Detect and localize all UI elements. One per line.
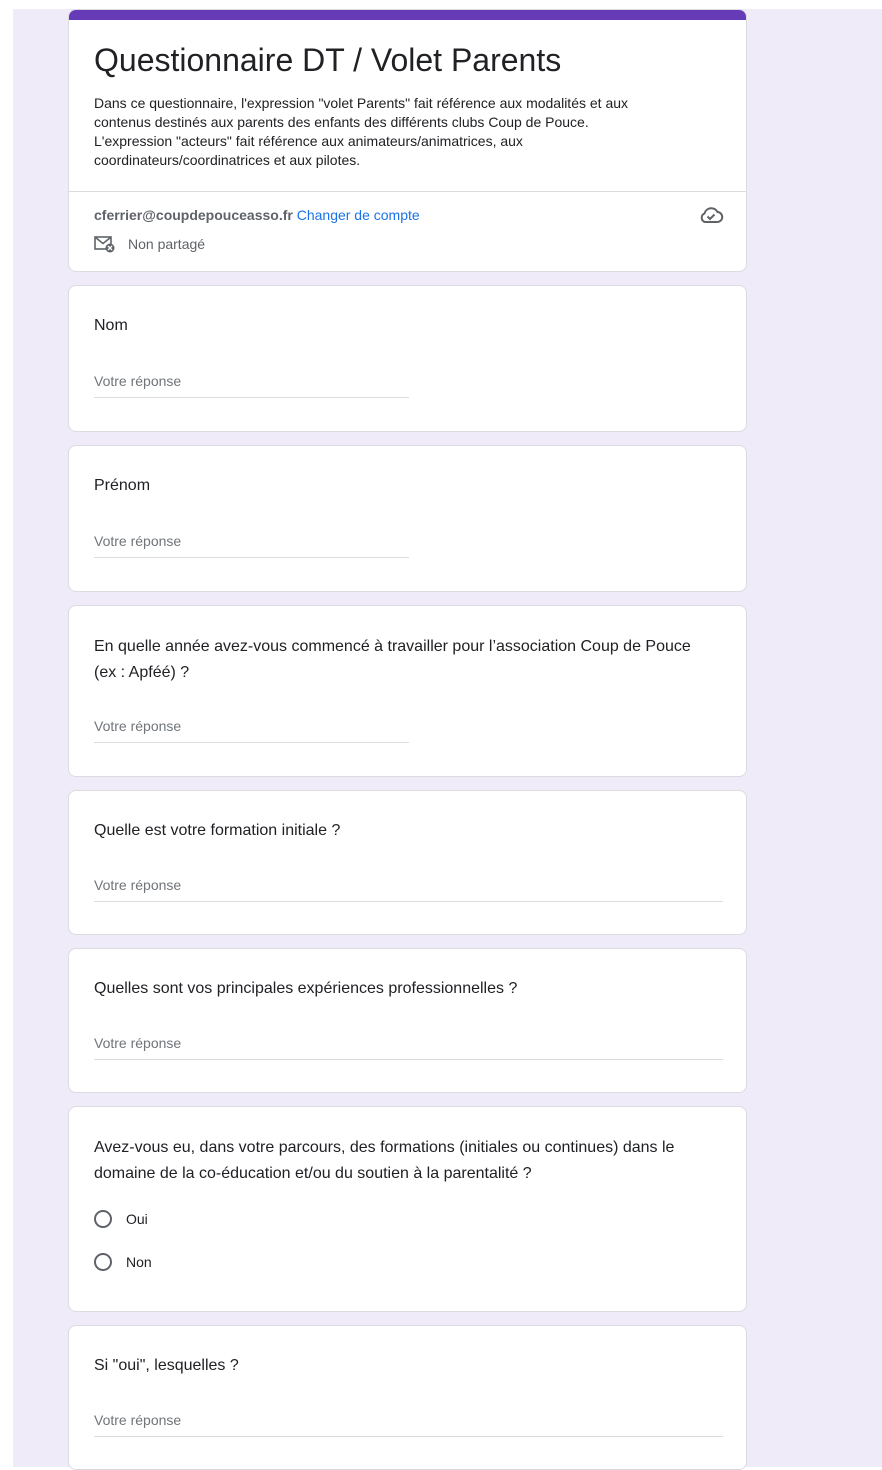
answer-input[interactable]: Votre réponse: [94, 1035, 723, 1060]
answer-input[interactable]: Votre réponse: [94, 1412, 723, 1437]
form-description: Dans ce questionnaire, l'expression "vol…: [94, 95, 629, 168]
switch-account-link[interactable]: Changer de compte: [297, 207, 420, 223]
answer-input[interactable]: Votre réponse: [94, 718, 409, 743]
radio-label: Non: [126, 1254, 152, 1270]
question-card-formations-coeducation: Avez-vous eu, dans votre parcours, des f…: [68, 1106, 747, 1312]
question-card-nom: Nom Votre réponse: [68, 285, 747, 432]
question-card-formation-initiale: Quelle est votre formation initiale ? Vo…: [68, 790, 747, 935]
answer-input[interactable]: Votre réponse: [94, 877, 723, 902]
form-title: Questionnaire DT / Volet Parents: [94, 42, 562, 78]
header-divider: [69, 191, 746, 192]
question-title: Nom: [94, 317, 128, 334]
question-card-annee: En quelle année avez-vous commencé à tra…: [68, 605, 747, 777]
cloud-saved-icon: [698, 205, 724, 230]
question-title: Quelles sont vos principales expériences…: [94, 980, 518, 997]
radio-option-oui[interactable]: Oui: [94, 1210, 148, 1228]
sharing-status: Non partagé: [94, 235, 205, 253]
account-line: cferrier@coupdepouceasso.fr Changer de c…: [94, 206, 420, 224]
answer-input[interactable]: Votre réponse: [94, 533, 409, 558]
question-title: En quelle année avez-vous commencé à tra…: [94, 638, 691, 681]
question-title: Avez-vous eu, dans votre parcours, des f…: [94, 1139, 675, 1182]
radio-label: Oui: [126, 1211, 148, 1227]
question-title: Si "oui", lesquelles ?: [94, 1357, 239, 1374]
radio-option-non[interactable]: Non: [94, 1253, 152, 1271]
mail-not-shared-icon: [94, 236, 115, 253]
question-title: Prénom: [94, 477, 151, 494]
question-title: Quelle est votre formation initiale ?: [94, 822, 341, 839]
question-card-prenom: Prénom Votre réponse: [68, 445, 747, 592]
question-card-experiences: Quelles sont vos principales expériences…: [68, 948, 747, 1093]
sharing-status-label: Non partagé: [128, 236, 206, 252]
account-email: cferrier@coupdepouceasso.fr: [94, 207, 293, 223]
form-header-card: Questionnaire DT / Volet Parents Dans ce…: [68, 9, 747, 272]
answer-input[interactable]: Votre réponse: [94, 373, 409, 398]
header-accent-bar: [69, 10, 746, 20]
radio-button[interactable]: [94, 1253, 112, 1271]
question-card-si-oui: Si "oui", lesquelles ? Votre réponse: [68, 1325, 747, 1470]
radio-button[interactable]: [94, 1210, 112, 1228]
